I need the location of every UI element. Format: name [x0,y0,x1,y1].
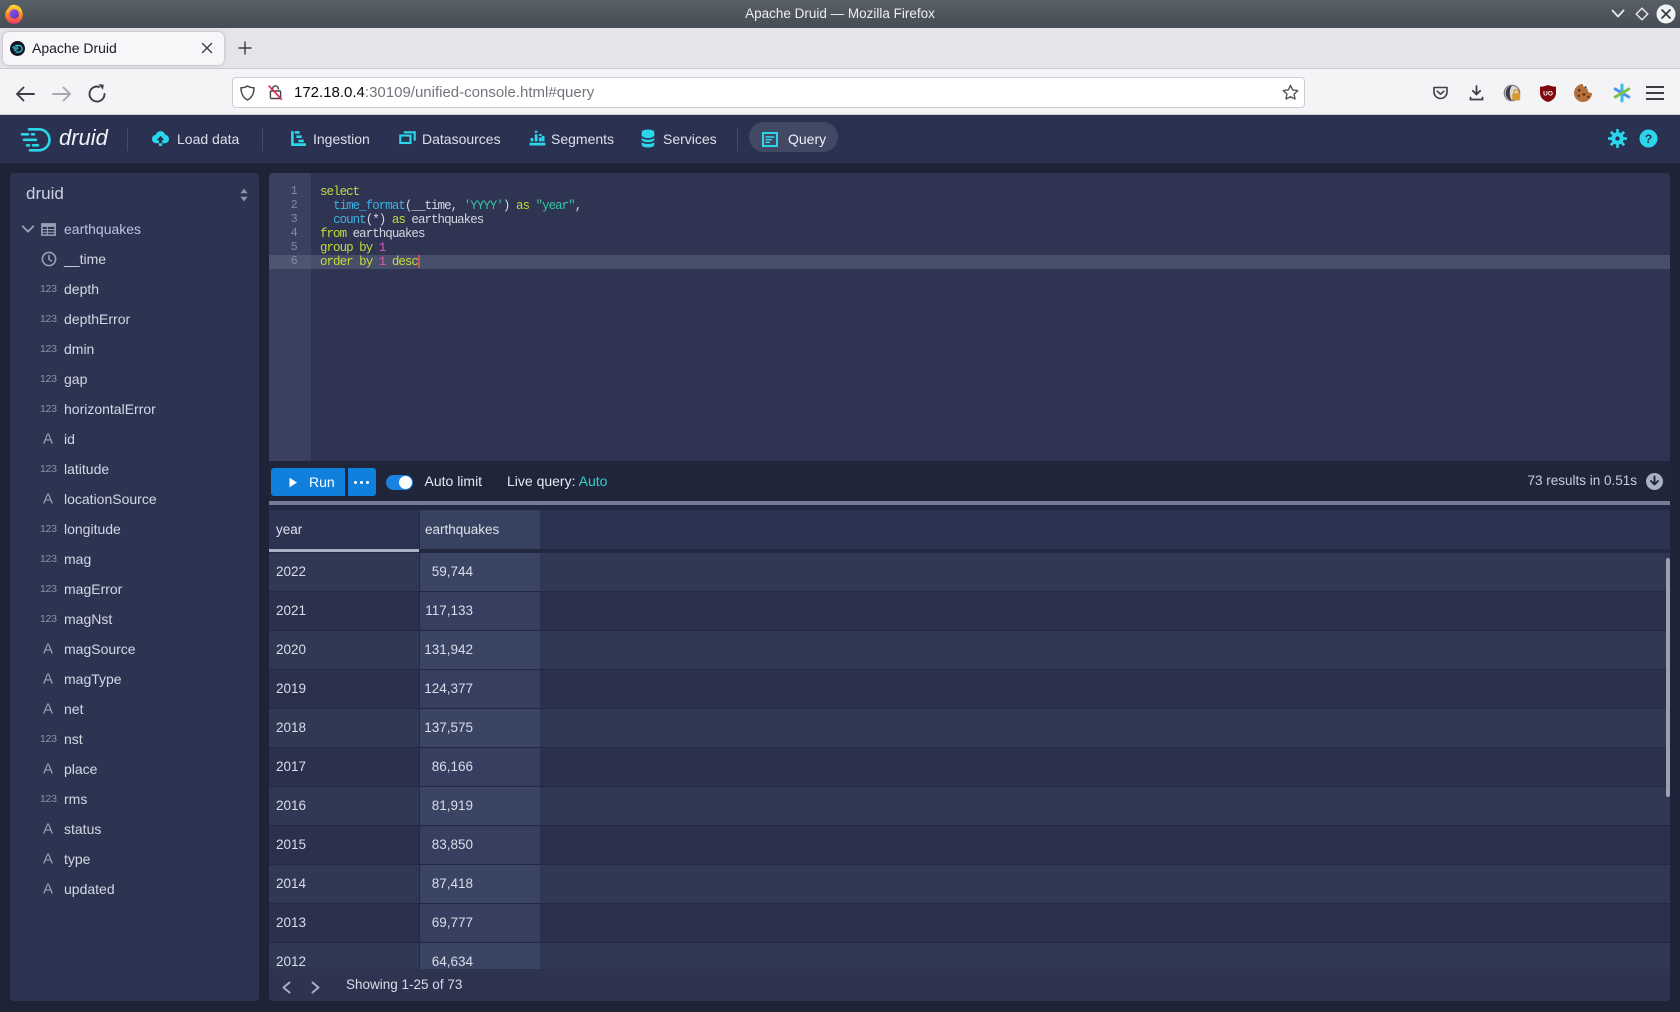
svg-text:?: ? [1645,132,1653,146]
svg-text:UO: UO [1543,91,1553,98]
